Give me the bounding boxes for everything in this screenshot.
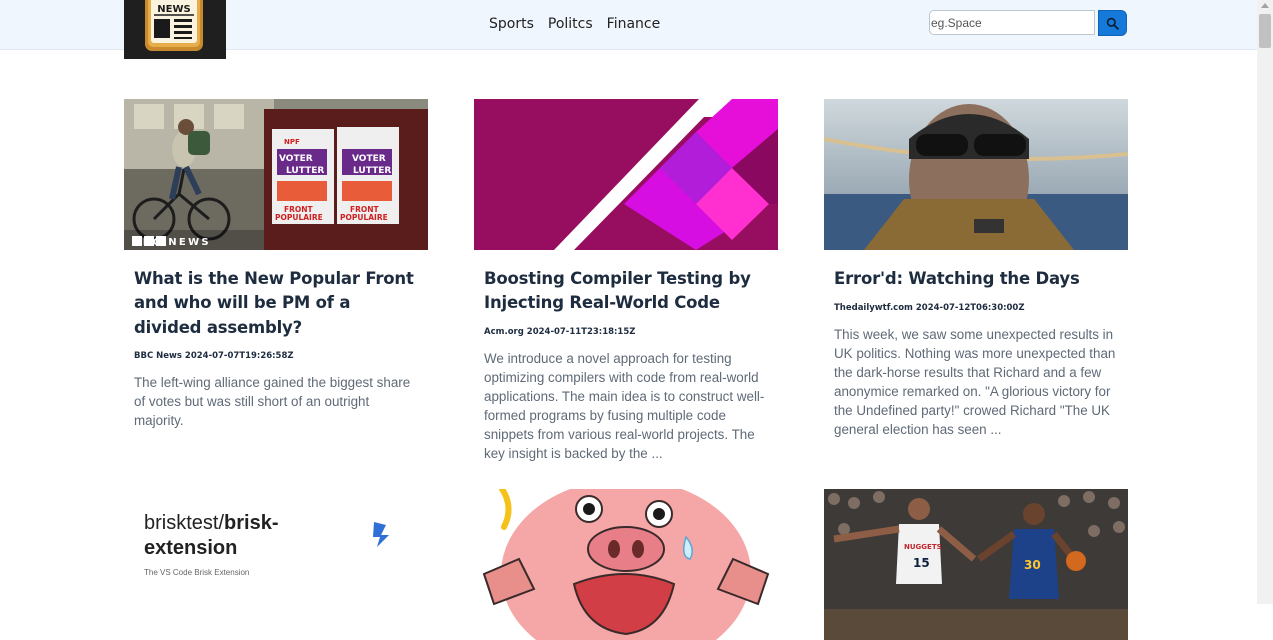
article-title[interactable]: Error'd: Watching the Days bbox=[834, 267, 1119, 291]
article-source: BBC News bbox=[134, 351, 182, 361]
jersey-number-2: 30 bbox=[1024, 558, 1041, 572]
nav-link-politics[interactable]: Politcs bbox=[548, 14, 593, 34]
article-image[interactable] bbox=[824, 99, 1128, 250]
newspaper-logo-icon: NEWS bbox=[124, 0, 226, 59]
article-source: Acm.org bbox=[484, 327, 524, 337]
jersey-label: NUGGETS bbox=[904, 543, 942, 551]
article-date: 2024-07-12T06:30:00Z bbox=[915, 303, 1025, 313]
poster-npf-label: NPF bbox=[284, 138, 300, 146]
article-description: The left-wing alliance gained the bigges… bbox=[134, 375, 411, 428]
brisk-subtitle: The VS Code Brisk Extension bbox=[144, 568, 249, 577]
poster-voter-label-2: VOTER bbox=[352, 154, 386, 164]
brisktest-heading-part: brisktest/ bbox=[144, 512, 224, 534]
article-title[interactable]: Boosting Compiler Testing by Injecting R… bbox=[484, 267, 769, 316]
article-title[interactable]: What is the New Popular Front and who wi… bbox=[134, 267, 419, 340]
jersey-number: 15 bbox=[913, 556, 930, 570]
scrollbar[interactable] bbox=[1257, 0, 1273, 604]
scroll-up-arrow-icon[interactable] bbox=[1261, 3, 1269, 8]
logo-text: NEWS bbox=[157, 4, 190, 15]
article-date: 2024-07-11T23:18:15Z bbox=[526, 327, 636, 337]
search-icon bbox=[1106, 17, 1119, 30]
logo[interactable]: NEWS bbox=[124, 0, 226, 59]
article-image[interactable]: brisktest/brisk- extension The VS Code B… bbox=[124, 489, 428, 640]
poster-voter-label: VOTER bbox=[279, 154, 313, 164]
article-image[interactable]: NUGGETS 15 30 bbox=[824, 489, 1128, 640]
brisk-heading-part: brisk- bbox=[224, 512, 278, 534]
scroll-thumb[interactable] bbox=[1259, 14, 1271, 48]
extension-heading-part: extension bbox=[144, 537, 237, 559]
article-image[interactable]: NPF VOTER VOTER LUTTER LUTTER FRONT FRON… bbox=[124, 99, 428, 250]
search-input[interactable] bbox=[929, 10, 1095, 35]
svg-text:brisktest/brisk-: brisktest/brisk- bbox=[144, 512, 279, 534]
nav-link-finance[interactable]: Finance bbox=[607, 14, 661, 34]
article-meta: Acm.org 2024-07-11T23:18:15Z bbox=[484, 327, 635, 337]
article-description: This week, we saw some unexpected result… bbox=[834, 327, 1116, 437]
poster-lutter-label-2: LUTTER bbox=[353, 166, 391, 176]
article-source: Thedailywtf.com bbox=[834, 303, 913, 313]
article-image[interactable] bbox=[474, 489, 778, 640]
search-button[interactable] bbox=[1098, 10, 1127, 36]
article-meta: BBC News 2024-07-07T19:26:58Z bbox=[134, 351, 294, 361]
nav-links: Sports Politcs Finance bbox=[489, 14, 674, 34]
article-description: We introduce a novel approach for testin… bbox=[484, 351, 765, 461]
article-image[interactable] bbox=[474, 99, 778, 250]
nav-link-sports[interactable]: Sports bbox=[489, 14, 534, 34]
poster-populaire-label-2: POPULAIRE bbox=[340, 213, 388, 222]
article-meta: Thedailywtf.com 2024-07-12T06:30:00Z bbox=[834, 303, 1025, 313]
poster-lutter-label: LUTTER bbox=[286, 166, 324, 176]
poster-populaire-label: POPULAIRE bbox=[275, 213, 323, 222]
article-date: 2024-07-07T19:26:58Z bbox=[184, 351, 294, 361]
bbc-news-logo-text: BBC NEWS bbox=[133, 237, 211, 248]
